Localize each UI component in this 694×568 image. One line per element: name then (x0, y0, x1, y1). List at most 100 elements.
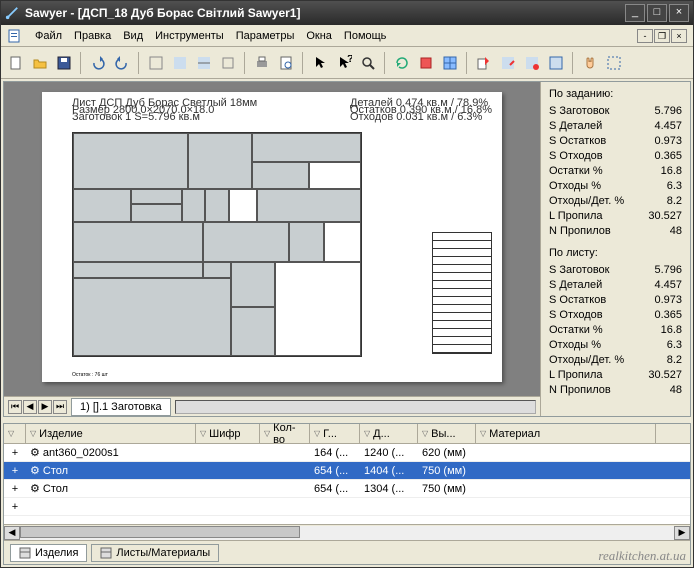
stats-row: S Отходов0.365 (549, 149, 682, 164)
table-row-add[interactable]: + (4, 498, 690, 516)
paper-footer: Остаток : 76 шт (72, 372, 108, 378)
stats-row: Отходы %6.3 (549, 338, 682, 353)
stats-row: S Остатков0.973 (549, 293, 682, 308)
close-button[interactable]: × (669, 4, 689, 22)
mdi-close-button[interactable]: × (671, 29, 687, 43)
scroll-thumb[interactable] (20, 526, 300, 538)
zoom-button[interactable] (357, 52, 379, 74)
main-area: Лист ДСП Дуб Борас Светлый 18ммРазмер 28… (1, 79, 693, 567)
new-button[interactable] (5, 52, 27, 74)
col-header[interactable]: ▽Вы... (418, 424, 476, 443)
menu-tools[interactable]: Инструменты (155, 30, 224, 42)
col-header[interactable]: ▽Изделие (26, 424, 196, 443)
menubar: Файл Правка Вид Инструменты Параметры Ок… (1, 25, 693, 47)
save-button[interactable] (53, 52, 75, 74)
canvas[interactable]: Лист ДСП Дуб Борас Светлый 18ммРазмер 28… (4, 82, 540, 396)
stats-sheet-header: По листу: (549, 247, 682, 259)
top-pane: Лист ДСП Дуб Борас Светлый 18ммРазмер 28… (3, 81, 691, 417)
stats-row: S Деталей4.457 (549, 278, 682, 293)
menu-edit[interactable]: Правка (74, 30, 111, 42)
tool-2[interactable] (169, 52, 191, 74)
canvas-tab-strip: ⏮ ◀ ▶ ⏭ 1) [].1 Заготовка (4, 396, 540, 416)
select-button[interactable] (603, 52, 625, 74)
scroll-right-button[interactable]: ▶ (674, 526, 690, 540)
titlebar: Sawyer - [ДСП_18 Дуб Борас Світлий Sawye… (1, 1, 693, 25)
mdi-minimize-button[interactable]: - (637, 29, 653, 43)
export-1[interactable] (473, 52, 495, 74)
export-4[interactable] (545, 52, 567, 74)
table-row[interactable]: +⚙ Стол654 (...1404 (...750 (мм) (4, 462, 690, 480)
print-button[interactable] (251, 52, 273, 74)
help-button[interactable]: ? (333, 52, 355, 74)
col-header[interactable]: ▽Г... (310, 424, 360, 443)
stats-row: S Заготовок5.796 (549, 263, 682, 278)
stats-row: N Пропилов48 (549, 224, 682, 239)
stats-row: Отходы %6.3 (549, 179, 682, 194)
canvas-tab[interactable]: 1) [].1 Заготовка (71, 398, 171, 416)
app-icon (5, 6, 19, 20)
refresh-button[interactable] (391, 52, 413, 74)
config-button[interactable] (415, 52, 437, 74)
tab-first-button[interactable]: ⏮ (8, 400, 22, 414)
stats-row: L Пропила30.527 (549, 209, 682, 224)
table-header: ▽▽Изделие▽Шифр▽Кол-во▽Г...▽Д...▽Вы...▽Ма… (4, 424, 690, 444)
menu-file[interactable]: Файл (35, 30, 62, 42)
export-2[interactable] (497, 52, 519, 74)
open-button[interactable] (29, 52, 51, 74)
col-header[interactable]: ▽ (4, 424, 26, 443)
tool-4[interactable] (217, 52, 239, 74)
stats-row: Отходы/Дет. %8.2 (549, 194, 682, 209)
stats-row: Отходы/Дет. %8.2 (549, 353, 682, 368)
redo-button[interactable] (111, 52, 133, 74)
bottom-pane: ▽▽Изделие▽Шифр▽Кол-во▽Г...▽Д...▽Вы...▽Ма… (3, 423, 691, 565)
tab-next-button[interactable]: ▶ (38, 400, 52, 414)
tool-3[interactable] (193, 52, 215, 74)
stats-row: Остатки %16.8 (549, 164, 682, 179)
bottom-tab[interactable]: Листы/Материалы (91, 544, 219, 562)
doc-icon (7, 28, 23, 44)
app-window: Sawyer - [ДСП_18 Дуб Борас Світлий Sawye… (0, 0, 694, 568)
stats-row: S Отходов0.365 (549, 308, 682, 323)
cutting-layout (72, 132, 362, 357)
table-h-scrollbar[interactable]: ◀ ▶ (4, 524, 690, 540)
tab-last-button[interactable]: ⏭ (53, 400, 67, 414)
stats-row: S Заготовок5.796 (549, 104, 682, 119)
hand-button[interactable] (579, 52, 601, 74)
stats-row: N Пропилов48 (549, 383, 682, 398)
canvas-wrap: Лист ДСП Дуб Борас Светлый 18ммРазмер 28… (4, 82, 540, 416)
menu-help[interactable]: Помощь (344, 30, 387, 42)
col-header[interactable]: ▽Кол-во (260, 424, 310, 443)
minimize-button[interactable]: _ (625, 4, 645, 22)
table-row[interactable]: +⚙ ant360_0200s1164 (...1240 (...620 (мм… (4, 444, 690, 462)
menu-params[interactable]: Параметры (236, 30, 295, 42)
table-row[interactable]: +⚙ Стол654 (...1304 (...750 (мм) (4, 480, 690, 498)
canvas-h-scrollbar[interactable] (175, 400, 536, 414)
pointer-button[interactable] (309, 52, 331, 74)
preview-button[interactable] (275, 52, 297, 74)
stats-row: L Пропила30.527 (549, 368, 682, 383)
stats-row: S Остатков0.973 (549, 134, 682, 149)
cutting-sheet: Лист ДСП Дуб Борас Светлый 18ммРазмер 28… (42, 92, 502, 382)
col-header[interactable]: ▽Материал (476, 424, 656, 443)
stats-panel: По заданию: S Заготовок5.796S Деталей4.4… (540, 82, 690, 416)
col-header[interactable]: ▽Д... (360, 424, 418, 443)
maximize-button[interactable]: □ (647, 4, 667, 22)
parts-list-table (432, 232, 492, 354)
tab-prev-button[interactable]: ◀ (23, 400, 37, 414)
svg-text:?: ? (347, 55, 352, 65)
menu-windows[interactable]: Окна (306, 30, 332, 42)
paper-header: Лист ДСП Дуб Борас Светлый 18ммРазмер 28… (72, 100, 492, 121)
grid-button[interactable] (439, 52, 461, 74)
scroll-left-button[interactable]: ◀ (4, 526, 20, 540)
bottom-tab[interactable]: Изделия (10, 544, 87, 562)
col-header[interactable]: ▽Шифр (196, 424, 260, 443)
watermark: realkitchen.at.ua (598, 548, 686, 564)
menu-view[interactable]: Вид (123, 30, 143, 42)
stats-row: Остатки %16.8 (549, 323, 682, 338)
toolbar: ? (1, 47, 693, 79)
mdi-restore-button[interactable]: ❐ (654, 29, 670, 43)
export-3[interactable] (521, 52, 543, 74)
window-title: Sawyer - [ДСП_18 Дуб Борас Світлий Sawye… (25, 6, 625, 20)
tool-1[interactable] (145, 52, 167, 74)
undo-button[interactable] (87, 52, 109, 74)
